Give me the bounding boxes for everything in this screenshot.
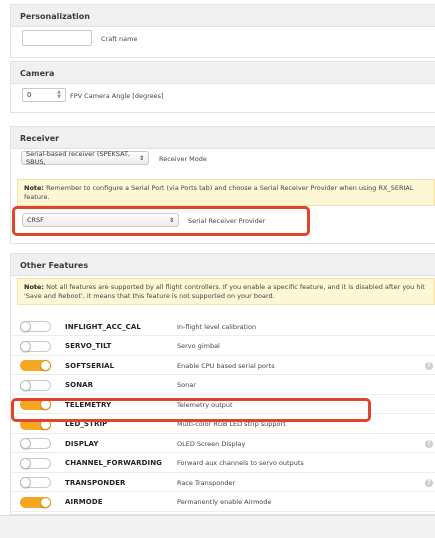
feature-row: SOFTSERIAL Enable CPU based serial ports?: [11, 357, 435, 375]
help-icon[interactable]: ?: [425, 478, 433, 487]
feature-toggle[interactable]: [20, 379, 51, 391]
help-icon[interactable]: ?: [425, 439, 433, 448]
feature-row: INFLIGHT_ACC_CAL In-flight level calibrat…: [11, 318, 435, 336]
toggle-knob: [20, 438, 31, 449]
feature-description: Permanently enable Airmode: [177, 498, 272, 506]
feature-description: Race Transponder: [177, 478, 236, 487]
feature-row: TRANSPONDER Race Transponder?: [11, 474, 435, 492]
camera-section: Camera: [10, 61, 435, 113]
toggle-knob: [40, 496, 51, 508]
toggle-knob: [20, 379, 31, 391]
features-note: Note: Not all features are supported by …: [17, 278, 435, 305]
feature-toggle[interactable]: [20, 477, 51, 488]
features-note-text: Not all features are supported by all fl…: [24, 283, 425, 300]
bottom-toolbar: [0, 515, 435, 538]
feature-row: SONAR Sonar: [11, 377, 435, 395]
feature-name: SOFTSERIAL: [65, 361, 115, 370]
features-note-bold: Note:: [24, 283, 45, 291]
feature-row: AIRMODE Permanently enable Airmode: [11, 494, 435, 512]
feature-description: Forward aux channels to servo outputs: [177, 459, 304, 467]
craft-name-label: Craft name: [101, 35, 138, 43]
receiver-note-text: Remember to configure a Serial Port (via…: [24, 184, 414, 201]
feature-name: SERVO_TILT: [65, 342, 112, 350]
receiver-title: Receiver: [11, 127, 435, 149]
feature-description: In-flight level calibration: [177, 322, 257, 331]
feature-name: INFLIGHT_ACC_CAL: [65, 322, 141, 331]
toggle-knob: [20, 321, 31, 332]
camera-angle-value: 0: [27, 91, 32, 99]
feature-description: OLED Screen Display: [177, 439, 246, 448]
feature-toggle[interactable]: [20, 321, 51, 332]
feature-description: Sonar: [177, 381, 196, 389]
feature-row: SERVO_TILT Servo gimbal: [11, 338, 435, 356]
help-icon[interactable]: ?: [425, 361, 433, 370]
feature-name: SONAR: [65, 381, 94, 389]
provider-highlight: [12, 206, 310, 236]
toggle-knob: [40, 360, 51, 371]
receiver-mode-label: Receiver Mode: [159, 155, 207, 163]
feature-toggle[interactable]: [20, 340, 51, 352]
feature-row: DISPLAY OLED Screen Display?: [11, 435, 435, 453]
feature-name: DISPLAY: [65, 439, 99, 448]
receiver-note: Note: Remember to configure a Serial Por…: [17, 179, 435, 206]
camera-title: Camera: [11, 62, 435, 84]
camera-angle-label: FPV Camera Angle [degrees]: [70, 92, 164, 100]
craft-name-input[interactable]: [22, 30, 92, 46]
toggle-knob: [20, 457, 31, 469]
toggle-knob: [20, 340, 31, 352]
stepper-icon[interactable]: ▲ ▼: [57, 90, 61, 100]
camera-angle-input[interactable]: 0 ▲ ▼: [22, 88, 66, 102]
feature-toggle[interactable]: [20, 360, 51, 371]
receiver-note-bold: Note:: [24, 184, 45, 192]
telemetry-highlight: [11, 398, 371, 422]
feature-toggle[interactable]: [20, 496, 51, 508]
feature-toggle[interactable]: [20, 457, 51, 469]
receiver-mode-select[interactable]: Serial-based receiver (SPEKSAT, SBUS, ⇕: [21, 150, 149, 166]
feature-name: TRANSPONDER: [65, 478, 126, 487]
personalization-title: Personalization: [11, 5, 435, 27]
feature-description: Enable CPU based serial ports: [177, 361, 275, 370]
select-arrow-icon: ⇕: [138, 154, 144, 162]
feature-name: AIRMODE: [65, 498, 103, 506]
other-features-title: Other Features: [11, 254, 435, 276]
feature-row: CHANNEL_FORWARDING Forward aux channels t…: [11, 455, 435, 473]
receiver-mode-value: Serial-based receiver (SPEKSAT, SBUS,: [26, 150, 131, 166]
feature-toggle[interactable]: [20, 438, 51, 449]
feature-name: CHANNEL_FORWARDING: [65, 459, 163, 467]
feature-description: Servo gimbal: [177, 342, 220, 350]
toggle-knob: [20, 477, 31, 488]
